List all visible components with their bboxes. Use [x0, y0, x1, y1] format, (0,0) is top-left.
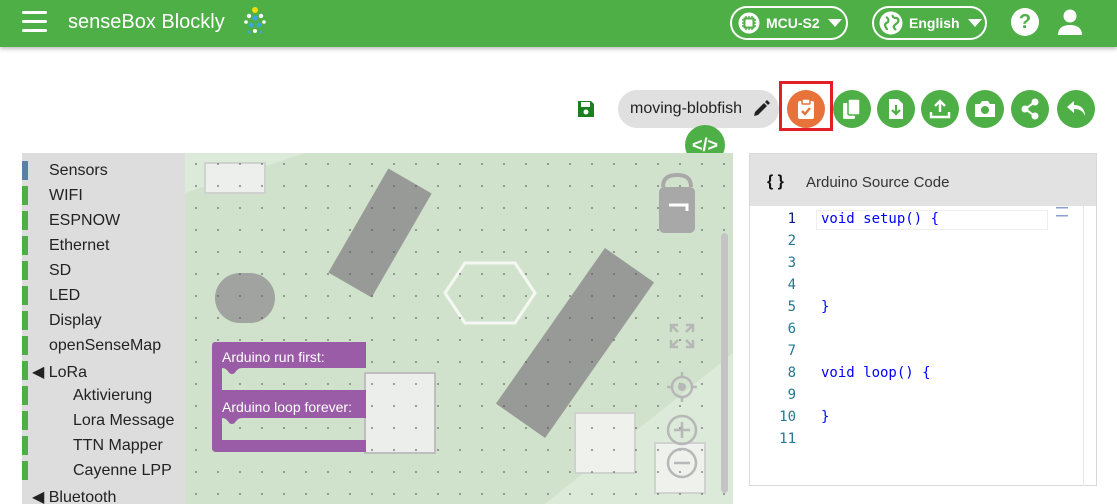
language-select[interactable]: English — [872, 6, 987, 40]
save-icon[interactable] — [576, 99, 596, 119]
edit-icon[interactable] — [751, 99, 771, 119]
download-button[interactable] — [877, 90, 915, 128]
block-label-run-first: Arduino run first: — [222, 349, 325, 365]
fullscreen-icon[interactable] — [669, 323, 695, 349]
share-icon — [1021, 98, 1039, 120]
zoom-out-icon[interactable] — [666, 447, 698, 479]
app-title: senseBox Blockly — [68, 11, 225, 33]
project-name-chip[interactable]: moving-blobfish — [618, 90, 779, 128]
upload-button[interactable] — [921, 90, 959, 128]
line-number: 11 — [779, 431, 796, 447]
blockly-workspace[interactable]: Arduino run first: Arduino loop forever: — [185, 153, 733, 504]
editor-scrollbar[interactable] — [1083, 206, 1084, 486]
share-button[interactable] — [1011, 90, 1049, 128]
chevron-down-icon — [967, 19, 982, 27]
line-number: 9 — [787, 387, 796, 403]
chip-icon — [738, 12, 760, 34]
code-braces-icon: { } — [767, 173, 784, 190]
language-select-label: English — [909, 15, 960, 31]
menu-icon[interactable] — [22, 11, 47, 33]
sensebox-logo-icon — [244, 7, 266, 34]
toolbox-item-lora[interactable]: ◀ LoRa — [22, 358, 185, 383]
chevron-down-icon — [827, 19, 842, 27]
project-name: moving-blobfish — [630, 100, 743, 117]
code-line: } — [821, 299, 830, 315]
toolbox-item-sd[interactable]: SD — [22, 258, 185, 283]
help-button[interactable]: ? — [1011, 8, 1039, 36]
toolbox: Sensors WIFI ESPNOW Ethernet SD LED Disp… — [22, 153, 185, 504]
clipboard-check-icon — [798, 98, 814, 119]
board-select-label: MCU-S2 — [766, 15, 820, 31]
toolbox-item-aktivierung[interactable]: Aktivierung — [22, 383, 185, 408]
screenshot-button[interactable] — [966, 90, 1004, 128]
line-number: 10 — [779, 409, 796, 425]
upload-icon — [929, 99, 951, 119]
clipboard-check-button[interactable] — [787, 90, 825, 128]
workspace-scrollbar[interactable] — [721, 233, 728, 493]
line-number: 8 — [787, 365, 796, 381]
line-number: 6 — [787, 321, 796, 337]
toolbox-item-bluetooth[interactable]: ◀ Bluetooth — [22, 483, 185, 504]
toolbox-item-ttn-mapper[interactable]: TTN Mapper — [22, 433, 185, 458]
code-line: void setup() { — [821, 211, 940, 227]
recenter-icon[interactable] — [667, 372, 697, 402]
line-number: 7 — [787, 343, 796, 359]
block-label-loop-forever: Arduino loop forever: — [222, 399, 352, 415]
trash-icon[interactable] — [655, 173, 699, 235]
minimap — [1056, 207, 1068, 217]
line-number: 2 — [787, 233, 796, 249]
undo-icon — [1067, 101, 1085, 116]
copy-icon — [843, 98, 861, 119]
toolbox-item-display[interactable]: Display — [22, 308, 185, 333]
code-editor[interactable]: 1 2 3 4 5 6 7 8 9 10 11 void setup() { }… — [750, 206, 1096, 486]
globe-icon — [879, 11, 903, 35]
toolbox-item-espnow[interactable]: ESPNOW — [22, 208, 185, 233]
app-bar: senseBox Blockly MCU-S2 English ? — [0, 0, 1117, 47]
camera-icon — [975, 101, 995, 117]
line-number: 3 — [787, 255, 796, 271]
toolbox-item-cayenne-lpp[interactable]: Cayenne LPP — [22, 458, 185, 483]
code-panel: { } Arduino Source Code 1 2 3 4 5 6 7 8 … — [749, 153, 1097, 486]
line-number: 5 — [787, 299, 796, 315]
copy-button[interactable] — [833, 90, 871, 128]
toolbox-item-opensensemap[interactable]: openSenseMap — [22, 333, 185, 358]
line-number: 4 — [787, 277, 796, 293]
toolbox-item-led[interactable]: LED — [22, 283, 185, 308]
zoom-in-icon[interactable] — [666, 414, 698, 446]
toolbox-item-ethernet[interactable]: Ethernet — [22, 233, 185, 258]
toolbox-item-sensors[interactable]: Sensors — [22, 158, 185, 183]
toolbox-item-wifi[interactable]: WIFI — [22, 183, 185, 208]
code-panel-header: { } Arduino Source Code — [750, 154, 1096, 206]
arduino-setup-loop-block[interactable]: Arduino run first: Arduino loop forever: — [212, 342, 369, 452]
board-select[interactable]: MCU-S2 — [730, 6, 848, 40]
code-line: } — [821, 409, 830, 425]
code-line: void loop() { — [821, 365, 931, 381]
toolbox-item-lora-message[interactable]: Lora Message — [22, 408, 185, 433]
download-icon — [889, 99, 903, 119]
line-number: 1 — [787, 211, 796, 227]
undo-button[interactable] — [1057, 90, 1095, 128]
account-icon[interactable] — [1057, 8, 1083, 36]
code-panel-title: Arduino Source Code — [806, 174, 950, 191]
